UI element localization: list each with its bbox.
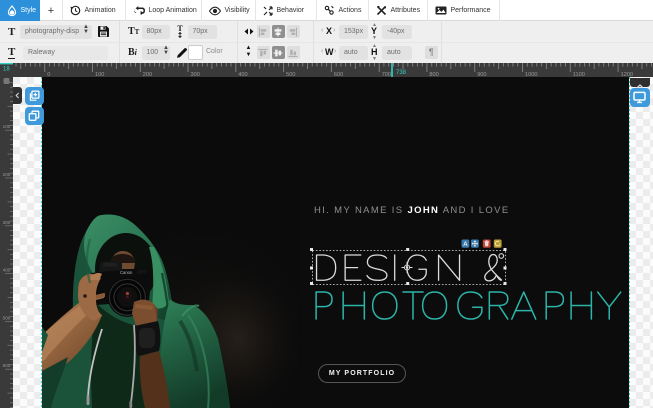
svg-text:100: 100 bbox=[95, 72, 104, 77]
svg-text:600: 600 bbox=[3, 363, 11, 368]
svg-text:0: 0 bbox=[47, 72, 50, 77]
svg-text:900: 900 bbox=[477, 72, 486, 77]
svg-text:1100: 1100 bbox=[573, 72, 585, 77]
svg-text:600: 600 bbox=[334, 72, 343, 77]
svg-text:300: 300 bbox=[191, 72, 200, 77]
svg-text:500: 500 bbox=[286, 72, 295, 77]
svg-text:T: T bbox=[177, 24, 183, 33]
svg-text:500: 500 bbox=[3, 315, 11, 320]
svg-text:700: 700 bbox=[382, 72, 391, 77]
svg-text:400: 400 bbox=[238, 72, 247, 77]
svg-text:400: 400 bbox=[3, 268, 11, 273]
svg-text:1200: 1200 bbox=[621, 72, 633, 77]
svg-text:1000: 1000 bbox=[525, 72, 537, 77]
svg-text:18: 18 bbox=[3, 67, 10, 73]
svg-text:A: A bbox=[463, 241, 468, 248]
svg-text:100: 100 bbox=[3, 124, 11, 129]
svg-text:300: 300 bbox=[3, 220, 11, 225]
svg-text:738: 738 bbox=[396, 70, 407, 76]
svg-text:800: 800 bbox=[429, 72, 438, 77]
svg-text:200: 200 bbox=[3, 172, 11, 177]
svg-text:200: 200 bbox=[143, 72, 152, 77]
